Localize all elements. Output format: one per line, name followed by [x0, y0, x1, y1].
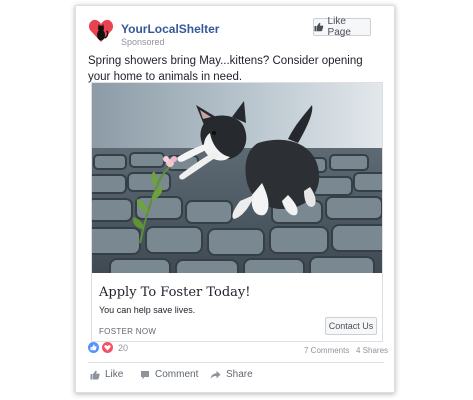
shelter-logo-icon[interactable] [88, 18, 114, 44]
like-reaction-icon [88, 342, 99, 353]
contact-us-button[interactable]: Contact Us [325, 317, 377, 335]
thumbs-up-icon [314, 22, 324, 32]
like-page-label: Like Page [327, 16, 351, 38]
sponsored-post-card: YourLocalShelter Sponsored Like Page Spr… [75, 5, 395, 393]
thumbs-up-icon [90, 370, 100, 379]
share-button[interactable]: Share [210, 369, 253, 380]
ad-caption: FOSTER NOW [99, 327, 157, 336]
comment-button[interactable]: Comment [140, 369, 198, 380]
ad-image[interactable] [92, 83, 382, 273]
page-name-link[interactable]: YourLocalShelter [121, 22, 219, 36]
share-icon [210, 370, 221, 379]
ad-headline[interactable]: Apply To Foster Today! [99, 285, 251, 300]
shares-count[interactable]: 4 Shares [356, 346, 388, 355]
sponsored-label[interactable]: Sponsored [121, 37, 165, 47]
share-label: Share [226, 369, 253, 380]
like-label: Like [105, 369, 124, 380]
reactions-summary[interactable]: 20 [88, 342, 128, 353]
comments-count[interactable]: 7 Comments [304, 346, 349, 355]
ad-description: You can help save lives. [99, 305, 196, 315]
like-page-button[interactable]: Like Page [313, 16, 371, 38]
ad-attachment[interactable]: Apply To Foster Today! You can help save… [91, 82, 383, 342]
comment-label: Comment [155, 369, 199, 380]
post-text: Spring showers bring May...kittens? Cons… [88, 55, 363, 83]
reaction-count[interactable]: 20 [118, 343, 128, 353]
action-divider [88, 362, 384, 363]
love-reaction-icon [102, 342, 113, 353]
like-button[interactable]: Like [90, 369, 123, 380]
comment-icon [141, 370, 149, 379]
